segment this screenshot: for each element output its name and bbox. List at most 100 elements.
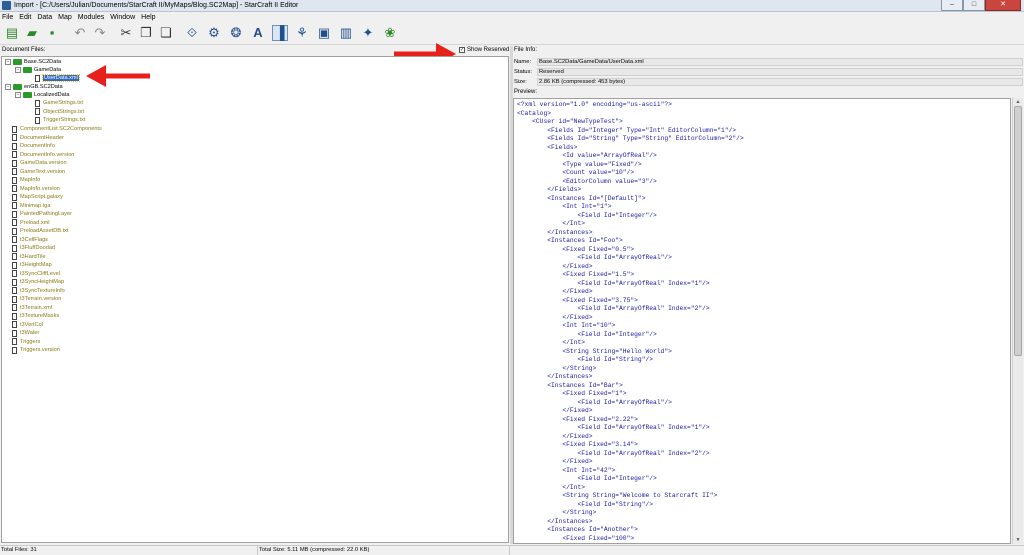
tree-node-file[interactable]: GameStrings.txt: [35, 99, 83, 107]
tree-node-file[interactable]: MapInfo.version: [12, 185, 60, 193]
tree-node-file[interactable]: t3FluffDoodad: [12, 244, 55, 252]
collapse-toggle-icon[interactable]: −: [5, 59, 11, 65]
tree-node-file[interactable]: Minimap.tga: [12, 202, 50, 210]
preview-text-area[interactable]: <?xml version="1.0" encoding="us-ascii"?…: [513, 98, 1011, 544]
unit-editor-icon[interactable]: ❀: [382, 25, 398, 41]
code-line: <Fields>: [517, 143, 578, 151]
copy-icon[interactable]: ❐: [138, 25, 154, 41]
import-editor-icon[interactable]: ▐: [272, 25, 288, 41]
tree-node-label: MapInfo: [20, 177, 41, 183]
tree-node-file[interactable]: t3SyncCliffLevel: [12, 270, 60, 278]
code-line: </Fixed>: [517, 288, 593, 295]
tree-node-file[interactable]: TriggerStrings.txt: [35, 116, 85, 124]
save-icon[interactable]: ▪: [44, 25, 60, 41]
show-reserved-checkbox[interactable]: ✓ Show Reserved: [459, 47, 509, 53]
tree-node-base-sc2data[interactable]: − Base.SC2Data: [5, 58, 61, 66]
menu-modules[interactable]: Modules: [78, 14, 104, 21]
file-icon: [12, 295, 17, 303]
scroll-down-icon[interactable]: ▼: [1013, 536, 1023, 544]
tree-node-file[interactable]: Triggers.version: [12, 346, 60, 354]
tree-node-file[interactable]: t3Terrain.xml: [12, 304, 52, 312]
preview-scrollbar[interactable]: ▲ ▼: [1012, 98, 1023, 544]
file-icon: [35, 99, 40, 107]
tree-node-file[interactable]: DocumentInfo.version: [12, 151, 74, 159]
preview-icon[interactable]: ✦: [360, 25, 376, 41]
file-icon: [12, 134, 17, 141]
redo-icon[interactable]: ↷: [92, 25, 108, 41]
tree-node-file[interactable]: t3SyncTextureInfo: [12, 287, 65, 295]
maximize-button[interactable]: □: [963, 0, 985, 11]
text-editor-icon[interactable]: A: [250, 25, 266, 41]
open-folder-icon[interactable]: ▰: [24, 25, 40, 41]
tree-node-file[interactable]: MapInfo: [12, 176, 40, 184]
ai-icon[interactable]: ▣: [316, 25, 332, 41]
tree-node-gamedata[interactable]: − GameData: [15, 66, 61, 74]
tree-node-file[interactable]: t3Terrain.version: [12, 295, 61, 303]
tree-node-label: PaintedPathingLayer: [20, 211, 72, 217]
collapse-toggle-icon[interactable]: −: [15, 92, 21, 98]
tree-node-file[interactable]: ComponentList.SC2Components: [12, 125, 102, 133]
minimize-button[interactable]: –: [941, 0, 963, 11]
cutscene-icon[interactable]: ⚘: [294, 25, 310, 41]
sound-icon[interactable]: ▥: [338, 25, 354, 41]
code-line: </Int>: [517, 339, 586, 346]
document-files-tree[interactable]: − Base.SC2Data − GameData UserData.xml −…: [1, 56, 509, 543]
tree-node-label: GameText.version: [20, 168, 66, 175]
tree-node-file[interactable]: t3CellFlags: [12, 236, 48, 244]
paste-icon[interactable]: ❏: [158, 25, 174, 41]
tree-node-file[interactable]: DocumentInfo: [12, 142, 55, 150]
cut-icon[interactable]: ✂: [118, 25, 134, 41]
tree-node-label: ObjectStrings.txt: [43, 108, 85, 115]
code-line: <Field Id="ArrayOfReal" Index="2"/>: [517, 305, 710, 312]
menu-data[interactable]: Data: [37, 14, 52, 21]
collapse-toggle-icon[interactable]: −: [5, 84, 11, 90]
tree-node-file[interactable]: GameData.version: [12, 159, 67, 167]
tree-node-label: t3SyncHeightMap: [20, 279, 65, 285]
tree-node-file[interactable]: t3HardTile: [12, 253, 46, 261]
code-line: <Field Id="Integer"/>: [517, 475, 657, 482]
file-icon: [12, 168, 17, 175]
tree-node-localizeddata[interactable]: − LocalizedData: [15, 91, 69, 99]
collapse-toggle-icon[interactable]: −: [15, 67, 21, 73]
tree-node-file[interactable]: GameText.version: [12, 168, 65, 176]
triggers-icon[interactable]: ⚙: [206, 25, 222, 41]
tree-node-file[interactable]: Preload.xml: [12, 219, 50, 227]
scroll-thumb[interactable]: [1014, 106, 1022, 356]
tree-node-file[interactable]: t3VertCol: [12, 321, 43, 329]
tree-node-file[interactable]: ObjectStrings.txt: [35, 108, 84, 116]
undo-icon[interactable]: ↶: [72, 25, 88, 41]
tree-node-userdata-xml[interactable]: UserData.xml: [35, 74, 80, 82]
menu-help[interactable]: Help: [141, 14, 155, 21]
scroll-up-icon[interactable]: ▲: [1013, 98, 1023, 106]
title-bar: Import - [C:/Users/Julian/Documents/Star…: [0, 0, 1024, 12]
tree-node-engb-sc2data[interactable]: − enGB.SC2Data: [5, 83, 63, 91]
code-line: <EditorColumn value="3"/>: [517, 177, 657, 185]
tree-node-file[interactable]: t3SyncHeightMap: [12, 278, 64, 286]
tree-node-label: ComponentList.SC2Components: [20, 126, 102, 132]
tree-node-file[interactable]: t3Water: [12, 329, 39, 337]
file-icon: [12, 193, 17, 201]
tree-node-label: t3Terrain.xml: [20, 304, 53, 311]
tree-node-label: GameData.version: [20, 160, 67, 166]
code-line: <String String="Welcome to Starcraft II"…: [517, 492, 718, 499]
tree-node-file[interactable]: PreloadAssetDB.txt: [12, 227, 69, 235]
menu-file[interactable]: File: [2, 14, 13, 21]
tree-node-file[interactable]: Triggers: [12, 338, 40, 346]
new-file-icon[interactable]: ▤: [4, 25, 20, 41]
menu-edit[interactable]: Edit: [19, 14, 31, 21]
tree-node-file[interactable]: MapScript.galaxy: [12, 193, 63, 201]
menu-window[interactable]: Window: [110, 14, 135, 21]
close-button[interactable]: ✕: [985, 0, 1021, 11]
code-line: <Count value="10"/>: [517, 169, 635, 176]
terrain-editor-icon[interactable]: ⟐: [184, 25, 200, 41]
file-icon: [12, 236, 17, 243]
menu-map[interactable]: Map: [58, 14, 72, 21]
file-icon: [12, 338, 17, 345]
tree-node-file[interactable]: PaintedPathingLayer: [12, 210, 72, 218]
tree-node-file[interactable]: t3TextureMasks: [12, 312, 59, 320]
data-editor-icon[interactable]: ❂: [228, 25, 244, 41]
tree-node-file[interactable]: DocumentHeader: [12, 134, 64, 142]
tree-node-label: Minimap.tga: [20, 202, 51, 209]
tree-node-file[interactable]: t3HeightMap: [12, 261, 52, 269]
code-line: <Fixed Fixed="1.5">: [517, 271, 635, 278]
